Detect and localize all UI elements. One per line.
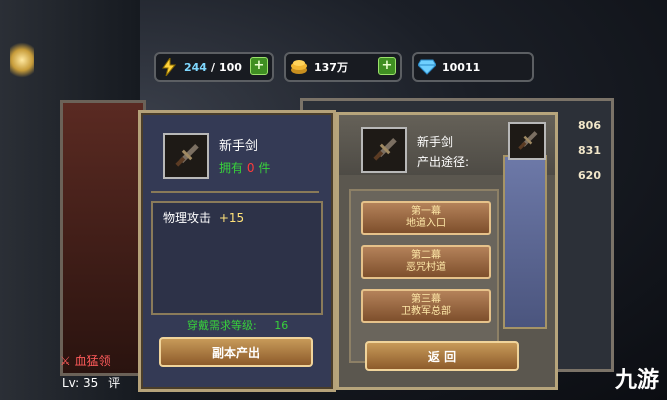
guild-text: 血猛领 xyxy=(74,354,111,368)
owned-line: 拥有 0 件 xyxy=(219,159,270,176)
stage-3-line1: 第三幕 xyxy=(411,294,441,305)
owned-suffix: 件 xyxy=(258,161,271,175)
divider xyxy=(151,191,319,193)
energy-separator: / xyxy=(210,60,215,74)
lantern-icon xyxy=(10,40,34,80)
gold-coin-icon xyxy=(290,58,308,76)
level-line: Lv: 35 评 xyxy=(62,374,120,391)
side-stat-1: 806 xyxy=(578,119,601,132)
add-gold-button[interactable]: + xyxy=(378,57,396,75)
guild-icon: ⚔ xyxy=(60,354,71,368)
energy-pill: 244 / 100 + xyxy=(154,52,274,82)
diamond-icon xyxy=(418,58,436,76)
requirement-line: 穿戴需求等级: 16 xyxy=(187,317,288,333)
stage-2-line1: 第二幕 xyxy=(411,250,441,261)
background-panel-left xyxy=(60,100,146,376)
sword-icon xyxy=(518,131,538,150)
gem-pill: 10011 xyxy=(412,52,534,82)
attribute-box: 物理攻击 +15 xyxy=(151,201,323,315)
player-info: ⚔ 血猛领 Lv: 35 评 xyxy=(60,352,170,392)
energy-current: 244 xyxy=(184,60,207,74)
requirement-label: 穿戴需求等级: xyxy=(187,319,257,332)
watermark-logo: 九游 xyxy=(614,368,659,393)
stage-button-1[interactable]: 第一幕 地道入口 xyxy=(361,201,491,235)
side-stat-3: 620 xyxy=(578,169,601,182)
guild-name: ⚔ 血猛领 xyxy=(60,352,111,369)
requirement-value: 16 xyxy=(274,319,289,332)
level-value: 35 xyxy=(83,376,99,390)
gold-pill: 137万 + xyxy=(284,52,402,82)
stage-button-2[interactable]: 第二幕 恶咒村道 xyxy=(361,245,491,279)
stage-3-line2: 卫教军总部 xyxy=(401,306,451,317)
attribute-value: +15 xyxy=(218,211,245,225)
item-name: 新手剑 xyxy=(219,139,259,154)
gem-value: 10011 xyxy=(442,60,481,74)
source-item-slot xyxy=(361,127,407,173)
scroll-strip xyxy=(503,155,547,329)
dungeon-source-button[interactable]: 副本产出 xyxy=(159,337,313,367)
stage-2-line2: 恶咒村道 xyxy=(406,262,446,273)
item-slot xyxy=(163,133,209,179)
sword-icon xyxy=(373,137,397,161)
source-list[interactable]: 第一幕 地道入口 第二幕 恶咒村道 第三幕 卫教军总部 xyxy=(349,189,499,363)
stage-button-3[interactable]: 第三幕 卫教军总部 xyxy=(361,289,491,323)
side-stat-2: 831 xyxy=(578,144,601,157)
rating-label: 评 xyxy=(108,376,121,390)
sword-icon xyxy=(175,143,199,167)
gold-value: 137万 xyxy=(314,61,348,74)
stage-1-line2: 地道入口 xyxy=(406,218,446,229)
energy-max: 100 xyxy=(219,60,242,74)
attribute-name: 物理攻击 xyxy=(163,211,212,225)
lightning-icon xyxy=(160,58,178,76)
stage-1-line1: 第一幕 xyxy=(411,206,441,217)
source-label: 产出途径: xyxy=(417,155,470,169)
back-button[interactable]: 返 回 xyxy=(365,341,519,371)
add-energy-button[interactable]: + xyxy=(250,57,268,75)
owned-count: 0 xyxy=(246,161,255,175)
equipped-slot[interactable] xyxy=(508,122,546,160)
item-detail-card: 新手剑 拥有 0 件 物理攻击 +15 穿戴需求等级: 16 副本产出 xyxy=(138,110,336,392)
attribute-line: 物理攻击 +15 xyxy=(163,209,244,226)
source-item-name: 新手剑 xyxy=(417,135,454,149)
level-label: Lv: xyxy=(62,376,80,390)
owned-prefix: 拥有 xyxy=(219,161,244,175)
